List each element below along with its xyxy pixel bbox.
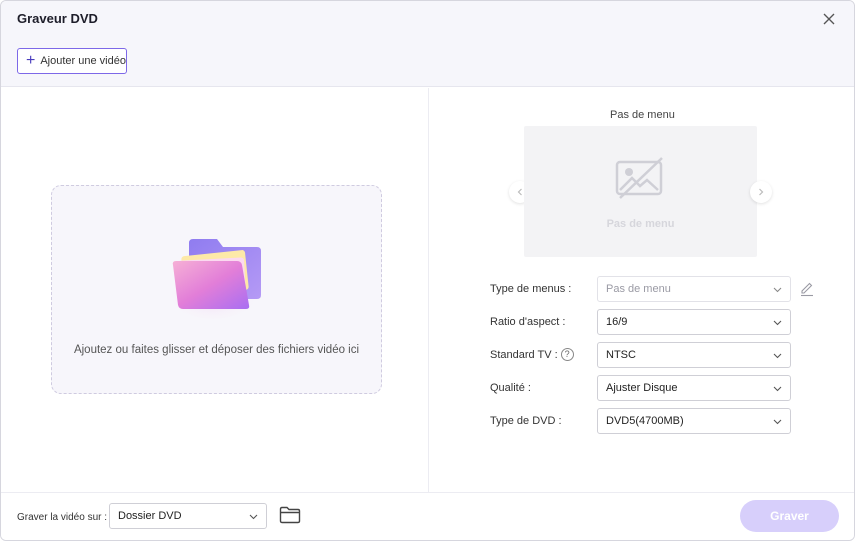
next-menu-button[interactable] [750,181,772,203]
chevron-down-icon [773,287,782,293]
close-button[interactable] [819,9,839,29]
dvd-type-label-text: Type de DVD : [490,415,562,427]
folder-illustration-icon [165,239,261,319]
window-title: Graveur DVD [17,11,98,26]
no-image-icon [615,157,663,199]
menu-preview-placeholder: Pas de menu [606,218,675,230]
menu-type-label: Type de menus : [490,283,571,295]
settings-pane: Pas de menu Pas de menu Type de menus : [430,88,854,493]
add-video-label: Ajouter une vidéo [40,55,126,67]
tv-standard-label: Standard TV : ? [490,348,574,361]
browse-folder-icon[interactable] [279,506,301,524]
tv-standard-label-text: Standard TV : [490,348,558,361]
menu-type-label-text: Type de menus : [490,283,572,295]
dvd-type-label: Type de DVD : [490,415,562,427]
tv-standard-value: NTSC [606,349,636,361]
dropzone-text: Ajoutez ou faites glisser et déposer des… [73,344,360,356]
quality-label: Qualité : [490,382,531,394]
chevron-down-icon [249,514,258,520]
menu-type-select[interactable]: Pas de menu [597,276,791,302]
quality-select[interactable]: Ajuster Disque [597,375,791,401]
edit-menu-icon[interactable] [799,281,815,297]
window-header: Graveur DVD + Ajouter une vidéo [1,1,854,87]
chevron-left-icon [517,188,522,196]
video-list-pane: Ajoutez ou faites glisser et déposer des… [1,88,429,493]
tv-standard-select[interactable]: NTSC [597,342,791,368]
destination-select[interactable]: Dossier DVD [109,503,267,529]
video-dropzone[interactable]: Ajoutez ou faites glisser et déposer des… [51,185,382,394]
chevron-down-icon [773,419,782,425]
quality-label-text: Qualité : [490,382,531,394]
burn-button[interactable]: Graver [740,500,839,532]
footer-bar: Graver la vidéo sur : Dossier DVD Graver [1,492,854,540]
plus-icon: + [26,52,36,69]
aspect-ratio-label-text: Ratio d'aspect : [490,316,566,328]
quality-value: Ajuster Disque [606,382,678,394]
menu-type-value: Pas de menu [606,283,671,295]
aspect-ratio-label: Ratio d'aspect : [490,316,565,328]
menu-preview-title: Pas de menu [610,109,675,121]
aspect-ratio-select[interactable]: 16/9 [597,309,791,335]
chevron-down-icon [773,386,782,392]
destination-value: Dossier DVD [118,510,182,522]
menu-preview: Pas de menu [524,126,757,257]
close-icon [823,13,835,25]
add-video-button[interactable]: + Ajouter une vidéo [17,48,127,74]
chevron-down-icon [773,320,782,326]
dvd-type-select[interactable]: DVD5(4700MB) [597,408,791,434]
help-icon[interactable]: ? [560,348,574,361]
chevron-right-icon [759,188,764,196]
dvd-burner-window: Graveur DVD + Ajouter une vidéo Ajoutez … [0,0,855,541]
dvd-type-value: DVD5(4700MB) [606,415,684,427]
aspect-ratio-value: 16/9 [606,316,628,328]
chevron-down-icon [773,353,782,359]
burn-to-label: Graver la vidéo sur : [17,512,108,523]
